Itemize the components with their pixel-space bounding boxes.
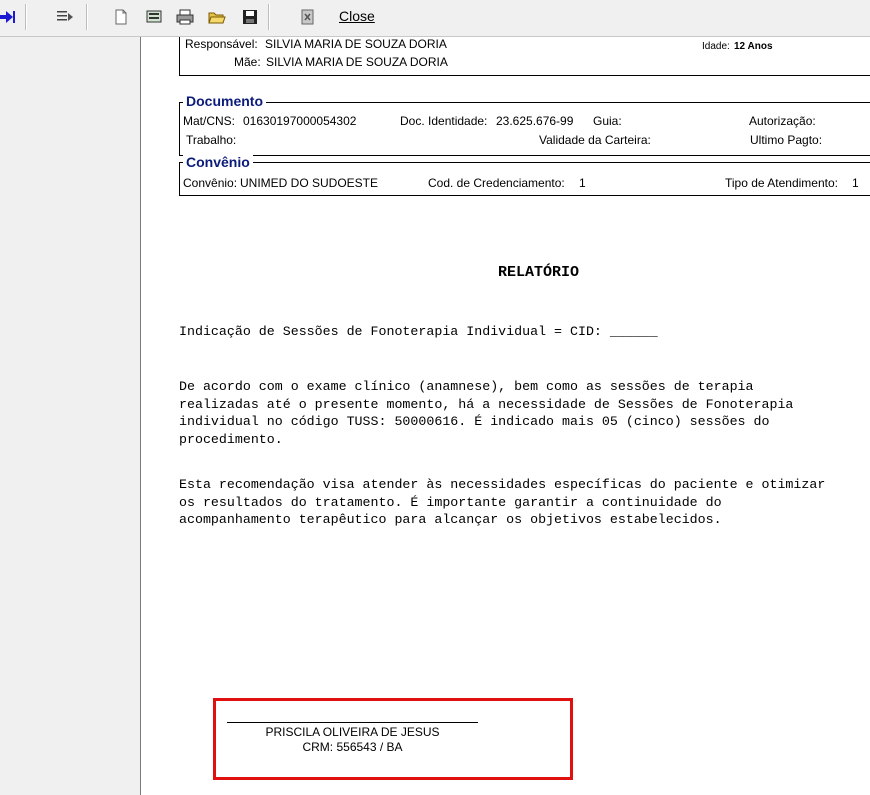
paragraph-line: realizadas até o presente momento, há a … (179, 396, 794, 412)
arrow-right-icon[interactable] (0, 7, 16, 27)
signature-highlight-box (213, 698, 573, 780)
guia-label: Guia: (593, 114, 622, 128)
paragraph-line: Esta recomendação visa atender às necess… (179, 477, 826, 492)
cod-credenciamento-label: Cod. de Credenciamento: (428, 176, 565, 190)
responsavel-label: Responsável: (185, 37, 258, 51)
toolbar-separator (86, 4, 88, 30)
idade-label: Idade: (702, 41, 730, 52)
mae-label: Mãe: (234, 55, 261, 69)
convenio-value: UNIMED DO SUDOESTE (240, 176, 379, 190)
print-setup-icon[interactable] (144, 7, 164, 27)
report-page: Responsável: SILVIA MARIA DE SOUZA DORIA… (141, 37, 870, 795)
paragraph-line: os resultados do tratamento. É important… (179, 494, 722, 510)
toolbar: Close (0, 0, 870, 37)
open-folder-icon[interactable] (207, 7, 227, 27)
mae-value: SILVIA MARIA DE SOUZA DORIA (266, 55, 448, 69)
documento-box (179, 102, 870, 156)
new-page-icon[interactable] (111, 7, 131, 27)
mat-cns-value: 01630197000054302 (243, 114, 357, 128)
tipo-atendimento-label: Tipo de Atendimento: (725, 176, 838, 190)
export-icon[interactable] (298, 7, 318, 27)
paragraph-1: De acordo com o exame clínico (anamnese)… (179, 378, 793, 448)
indicacao-line: Indicação de Sessões de Fonoterapia Indi… (179, 324, 658, 339)
validade-label: Validade da Carteira: (539, 133, 651, 147)
close-button[interactable]: Close (339, 8, 375, 24)
paragraph-line: acompanhamento terapêutico para alcançar… (179, 512, 722, 527)
trabalho-label: Trabalho: (186, 133, 237, 147)
convenio-label: Convênio: (183, 176, 238, 190)
tipo-atendimento-value: 1 (852, 176, 859, 190)
close-button-label: Close (339, 8, 375, 24)
save-icon[interactable] (240, 7, 260, 27)
idade-value: 12 Anos (734, 41, 773, 52)
left-panel (0, 37, 141, 795)
paragraph-2: Esta recomendação visa atender às necess… (179, 476, 825, 529)
paragraph-line: individual no código TUSS: 50000616. É i… (179, 414, 770, 429)
report-title: RELATÓRIO (498, 264, 580, 281)
toolbar-separator (268, 4, 270, 30)
toolbar-separator (25, 4, 27, 30)
ultimo-pagto-label: Ultimo Pagto: (750, 133, 823, 147)
paragraph-line: De acordo com o exame clínico (anamnese)… (179, 379, 754, 394)
doc-identidade-label: Doc. Identidade: (400, 114, 488, 128)
doc-identidade-value: 23.625.676-99 (496, 114, 574, 128)
paragraph-line: procedimento. (179, 431, 283, 447)
list-icon[interactable] (55, 7, 75, 27)
documento-title: Documento (183, 93, 266, 109)
cod-credenciamento-value: 1 (579, 176, 586, 190)
autorizacao-label: Autorização: (749, 114, 816, 128)
print-icon[interactable] (175, 7, 195, 27)
mat-cns-label: Mat/CNS: (183, 114, 236, 128)
responsavel-value: SILVIA MARIA DE SOUZA DORIA (265, 37, 447, 51)
convenio-title: Convênio (183, 154, 253, 170)
